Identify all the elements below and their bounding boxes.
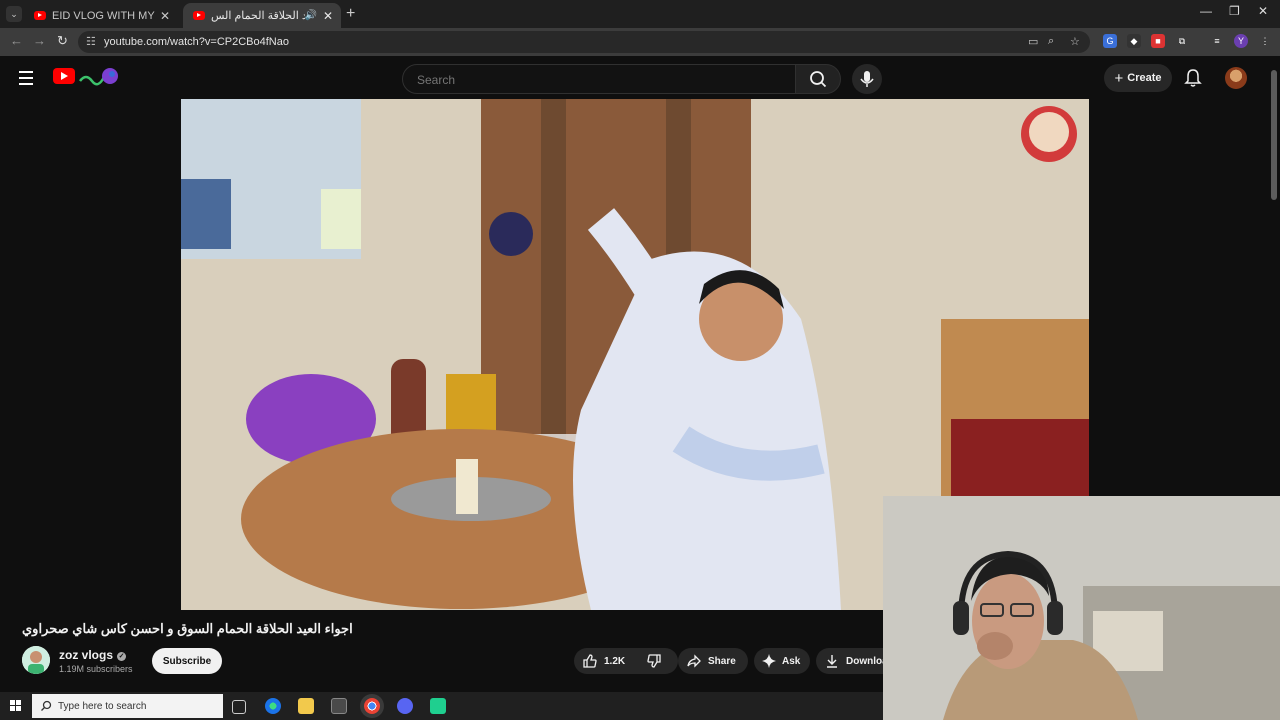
task-view-icon[interactable] [232,700,246,714]
share-icon [687,654,701,668]
youtube-favicon-icon [193,11,205,20]
webcam-feed-image [883,496,1280,720]
restore-icon[interactable]: ❐ [1229,4,1240,18]
share-label: Share [708,655,736,667]
share-button[interactable]: Share [678,648,748,674]
plus-icon: + [1114,69,1124,87]
download-icon [827,655,837,668]
search-button[interactable] [795,64,841,94]
reading-list-icon[interactable]: ≡ [1210,34,1224,48]
bookmark-star-icon[interactable]: ☆ [1070,35,1080,48]
browser-tab-active[interactable]: اجواء العيد الحلاقة الحمام الس... 🔊 ✕ [183,3,341,28]
verified-check-icon: ✓ [117,652,127,661]
ask-label: Ask [782,655,801,667]
ask-button[interactable]: Ask [754,648,810,674]
youtube-header: + Create [0,56,1280,99]
create-button[interactable]: + Create [1104,64,1172,92]
file-explorer-icon[interactable] [298,698,314,714]
forward-icon[interactable]: → [33,33,46,48]
taskbar-search-placeholder: Type here to search [58,701,147,712]
menu-icon[interactable] [19,71,33,89]
zoom-icon[interactable]: ⌕ [1048,35,1054,48]
extension-icon[interactable]: ■ [1151,34,1165,48]
app-icon[interactable] [430,698,446,714]
speaker-icon[interactable]: 🔊 [305,10,317,21]
subscribe-button[interactable]: Subscribe [152,648,222,674]
cast-icon[interactable]: ▭ [1028,35,1038,48]
account-avatar[interactable] [1225,67,1247,89]
site-info-icon[interactable]: ☷ [86,35,96,48]
edge-browser-icon[interactable] [265,698,281,714]
microsoft-store-icon[interactable] [331,698,347,714]
browser-toolbar: ← → ↻ ☷ youtube.com/watch?v=CP2CBo4fNao … [0,28,1280,56]
create-label: Create [1127,72,1162,84]
channel-avatar-image [22,646,50,674]
thumbs-down-icon [647,654,661,668]
extension-icon[interactable]: ◆ [1127,34,1141,48]
back-icon[interactable]: ← [10,33,23,48]
extensions-puzzle-icon[interactable]: ⧉ [1175,34,1189,48]
chrome-menu-icon[interactable]: ⋮ [1258,34,1272,48]
windows-taskbar: Type here to search [0,692,883,720]
download-button[interactable]: Download [816,648,883,674]
channel-name-row[interactable]: zoz vlogs ✓ [59,648,127,662]
tab-search-button[interactable]: ⌄ [6,6,22,22]
notifications-bell-icon[interactable] [1184,68,1202,88]
search-icon [41,700,52,711]
like-button[interactable]: 1.2K [574,648,646,674]
taskbar-search-box[interactable]: Type here to search [32,694,223,718]
channel-avatar[interactable] [22,646,50,674]
chrome-browser-icon[interactable] [364,698,380,714]
channel-name[interactable]: zoz vlogs [59,648,113,662]
address-bar[interactable]: ☷ youtube.com/watch?v=CP2CBo4fNao ▭ ⌕ ☆ [78,31,1090,53]
reload-icon[interactable]: ↻ [57,33,68,49]
tab-title: اجواء العيد الحلاقة الحمام الس... [211,10,305,22]
sparkle-icon [762,654,776,668]
new-tab-button[interactable]: + [346,5,355,23]
search-input[interactable] [415,72,779,88]
subscriber-count: 1.19M subscribers [59,664,133,674]
url-text: youtube.com/watch?v=CP2CBo4fNao [104,36,289,48]
browser-tab[interactable]: EID VLOG WITH MY FAMILY I 🙂 ✕ [24,3,178,28]
close-tab-icon[interactable]: ✕ [321,9,335,23]
minimize-icon[interactable]: — [1200,4,1212,18]
browser-tab-strip: ⌄ EID VLOG WITH MY FAMILY I 🙂 ✕ اجواء ال… [0,0,1280,28]
voice-search-button[interactable] [852,64,882,94]
thumbs-up-icon [583,654,597,668]
download-label: Download [846,655,883,667]
tab-title: EID VLOG WITH MY FAMILY I 🙂 [52,10,158,22]
youtube-logo[interactable] [53,68,75,84]
discord-icon[interactable] [397,698,413,714]
like-count: 1.2K [604,655,626,667]
channel-doodle-logo [79,68,118,86]
page-scrollbar[interactable] [1271,70,1277,200]
close-window-icon[interactable]: ✕ [1258,4,1268,18]
microphone-icon [860,71,874,87]
windows-start-icon[interactable] [10,700,22,712]
webcam-overlay [883,496,1280,720]
video-title: اجواء العيد الحلاقة الحمام السوق و احسن … [22,621,353,636]
translate-extension-icon[interactable]: G [1103,34,1117,48]
profile-icon[interactable]: Y [1234,34,1248,48]
youtube-favicon-icon [34,11,46,20]
search-box[interactable] [402,64,796,94]
search-icon [810,71,827,88]
close-tab-icon[interactable]: ✕ [158,9,172,23]
dislike-button[interactable] [640,648,678,674]
